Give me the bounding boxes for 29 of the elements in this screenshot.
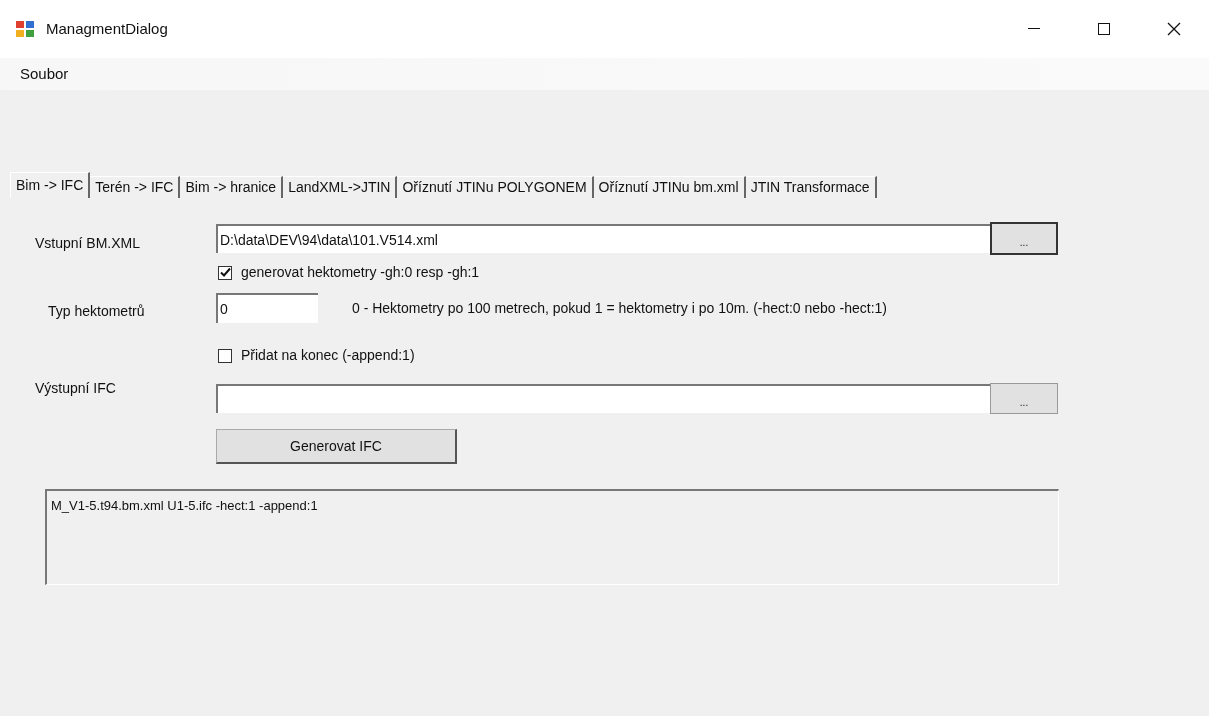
checkbox[interactable] xyxy=(218,348,232,363)
tab[interactable]: Terén -> IFC xyxy=(90,176,181,198)
field-label: Výstupní IFC xyxy=(34,379,117,398)
input-field[interactable]: D:\data\DEV\94\data\101.V514.xml xyxy=(216,224,990,253)
app-icon xyxy=(16,21,34,37)
browse-button[interactable]: ... xyxy=(990,383,1058,414)
input-field[interactable]: 0 xyxy=(216,293,318,323)
close-icon xyxy=(1167,22,1181,36)
input-field[interactable] xyxy=(216,384,990,413)
maximize-icon xyxy=(1098,23,1110,35)
menu-item[interactable]: Soubor xyxy=(20,62,69,86)
output-text: M_V1-5.t94.bm.xml U1-5.ifc -hect:1 -append:1 xyxy=(51,498,318,513)
tab[interactable]: LandXML->JTIN xyxy=(283,176,398,198)
hint-text: 0 - Hektometry po 100 metrech, pokud 1 = hektometry i po 10m. (-hect:0 nebo -hect:1) xyxy=(352,298,887,318)
checkmark-icon xyxy=(219,267,231,278)
generate-button[interactable]: Generovat IFC xyxy=(216,429,457,464)
field-label: Typ hektometrů xyxy=(47,301,146,321)
tab[interactable]: Oříznutí JTINu bm.xml xyxy=(593,176,746,198)
tab[interactable]: Bim -> hranice xyxy=(180,176,284,198)
browse-button[interactable]: ... xyxy=(990,222,1058,255)
tab[interactable]: JTIN Transformace xyxy=(745,176,877,198)
checkbox-label: Přidat na konec (-append:1) xyxy=(241,346,415,365)
field-label: Vstupní BM.XML xyxy=(34,234,142,253)
checkbox[interactable] xyxy=(218,265,232,280)
window-title: ManagmentDialog xyxy=(46,18,168,39)
tab[interactable]: Bim -> IFC xyxy=(10,172,91,198)
tab[interactable]: Oříznutí JTINu POLYGONEM xyxy=(397,176,594,198)
minimize-icon xyxy=(1028,28,1040,30)
checkbox-label: generovat hektometry -gh:0 resp -gh:1 xyxy=(241,263,480,282)
